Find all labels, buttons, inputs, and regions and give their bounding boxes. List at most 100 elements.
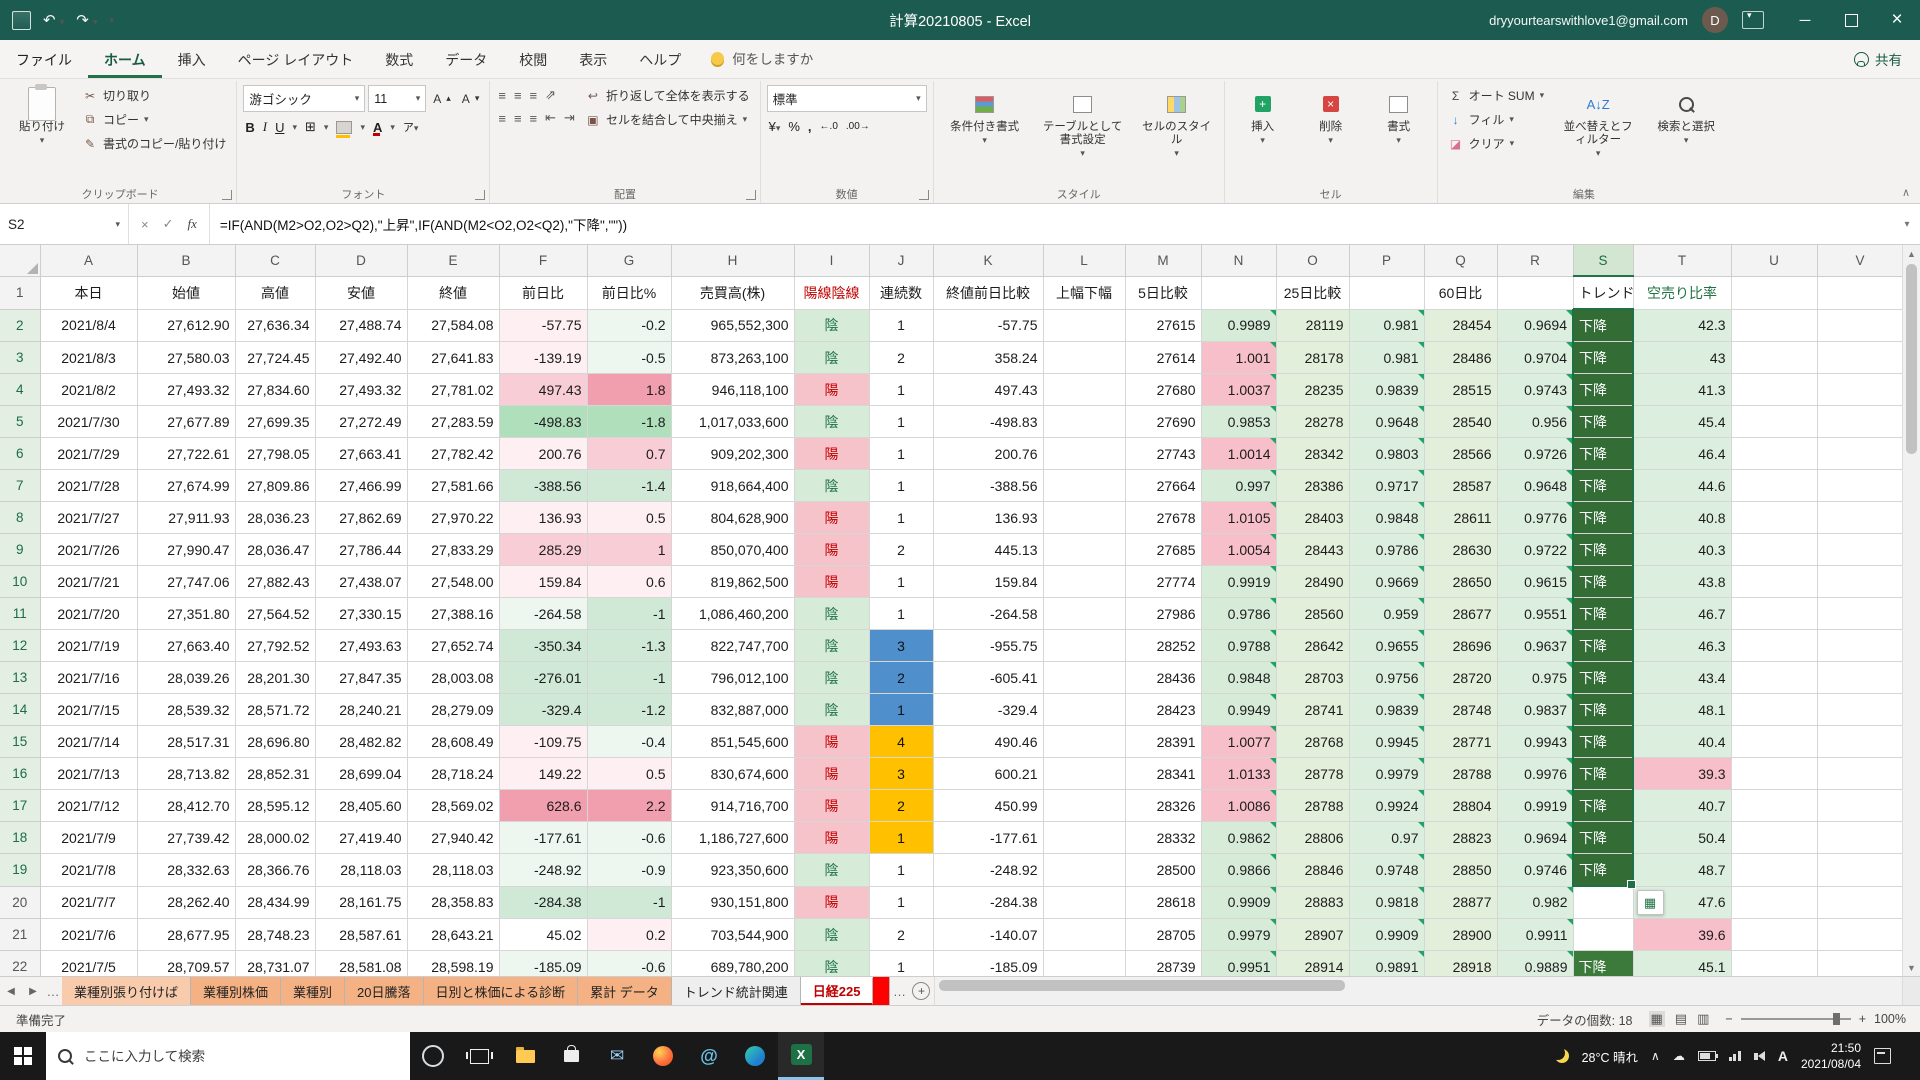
grow-font-button[interactable]: A▴ (429, 85, 455, 112)
percent-format-button[interactable]: % (788, 119, 800, 134)
cell-H10[interactable]: 819,862,500 (671, 566, 794, 598)
share-button[interactable]: 共有 (1836, 49, 1920, 78)
cell-O11[interactable]: 28560 (1276, 598, 1349, 630)
cell-D20[interactable]: 28,161.75 (315, 886, 407, 919)
cell-T2[interactable]: 42.3 (1633, 309, 1731, 342)
cell-G4[interactable]: 1.8 (587, 374, 671, 406)
tell-me-search[interactable]: 何をしますか (697, 48, 827, 78)
cell-J4[interactable]: 1 (869, 374, 933, 406)
cell-L2[interactable] (1043, 309, 1125, 342)
cell-N1[interactable] (1201, 276, 1276, 309)
cell-S2[interactable]: 下降 (1573, 309, 1633, 342)
cell-U10[interactable] (1731, 566, 1817, 598)
cell-L14[interactable] (1043, 694, 1125, 726)
column-header-O[interactable]: O (1276, 245, 1349, 276)
cell-H6[interactable]: 909,202,300 (671, 438, 794, 470)
cell-T12[interactable]: 46.3 (1633, 630, 1731, 662)
cell-R13[interactable]: 0.975 (1497, 662, 1573, 694)
cell-C2[interactable]: 27,636.34 (235, 309, 315, 342)
cell-Q13[interactable]: 28720 (1424, 662, 1497, 694)
row-header-20[interactable]: 20 (0, 886, 40, 919)
cell-Q10[interactable]: 28650 (1424, 566, 1497, 598)
cell-L7[interactable] (1043, 470, 1125, 502)
taskbar-search[interactable] (46, 1032, 410, 1080)
currency-format-button[interactable]: ¥▾ (769, 119, 781, 134)
cell-M12[interactable]: 28252 (1125, 630, 1201, 662)
cell-Q9[interactable]: 28630 (1424, 534, 1497, 566)
cell-M14[interactable]: 28423 (1125, 694, 1201, 726)
cell-R4[interactable]: 0.9743 (1497, 374, 1573, 406)
cell-A11[interactable]: 2021/7/20 (40, 598, 137, 630)
cell-U22[interactable] (1731, 951, 1817, 977)
cell-T19[interactable]: 48.7 (1633, 854, 1731, 887)
cell-P14[interactable]: 0.9839 (1349, 694, 1424, 726)
cell-P8[interactable]: 0.9848 (1349, 502, 1424, 534)
cell-N11[interactable]: 0.9786 (1201, 598, 1276, 630)
cell-F12[interactable]: -350.34 (499, 630, 587, 662)
cell-T4[interactable]: 41.3 (1633, 374, 1731, 406)
battery-icon[interactable] (1698, 1051, 1716, 1061)
cell-E2[interactable]: 27,584.08 (407, 309, 499, 342)
cell-U13[interactable] (1731, 662, 1817, 694)
cell-O16[interactable]: 28778 (1276, 758, 1349, 790)
cell-H13[interactable]: 796,012,100 (671, 662, 794, 694)
cell-S10[interactable]: 下降 (1573, 566, 1633, 598)
cell-V11[interactable] (1817, 598, 1902, 630)
cell-S17[interactable]: 下降 (1573, 790, 1633, 822)
cell-M4[interactable]: 27680 (1125, 374, 1201, 406)
cell-D17[interactable]: 28,405.60 (315, 790, 407, 822)
decrease-indent-icon[interactable]: ⇤ (545, 110, 556, 126)
cell-U20[interactable] (1731, 886, 1817, 919)
row-header-18[interactable]: 18 (0, 822, 40, 854)
cell-J15[interactable]: 4 (869, 726, 933, 758)
cell-E9[interactable]: 27,833.29 (407, 534, 499, 566)
underline-button[interactable]: U (275, 120, 284, 135)
cell-A19[interactable]: 2021/7/8 (40, 854, 137, 887)
sheet-grid[interactable]: ABCDEFGHIJKLMNOPQRSTUV1本日始値高値安値終値前日比前日比%… (0, 245, 1902, 976)
cell-E15[interactable]: 28,608.49 (407, 726, 499, 758)
cell-K18[interactable]: -177.61 (933, 822, 1043, 854)
cell-Q4[interactable]: 28515 (1424, 374, 1497, 406)
firefox-button[interactable] (640, 1032, 686, 1080)
cell-G3[interactable]: -0.5 (587, 342, 671, 374)
cell-N3[interactable]: 1.001 (1201, 342, 1276, 374)
cell-G17[interactable]: 2.2 (587, 790, 671, 822)
cell-D22[interactable]: 28,581.08 (315, 951, 407, 977)
cell-E5[interactable]: 27,283.59 (407, 406, 499, 438)
cell-U9[interactable] (1731, 534, 1817, 566)
cell-T5[interactable]: 45.4 (1633, 406, 1731, 438)
cell-S14[interactable]: 下降 (1573, 694, 1633, 726)
cell-J18[interactable]: 1 (869, 822, 933, 854)
horizontal-scrollbar[interactable] (934, 977, 1902, 1005)
ime-mode-indicator[interactable]: A (1778, 1048, 1788, 1064)
cell-I16[interactable]: 陽 (794, 758, 869, 790)
cell-Q22[interactable]: 28918 (1424, 951, 1497, 977)
cell-H2[interactable]: 965,552,300 (671, 309, 794, 342)
cell-A2[interactable]: 2021/8/4 (40, 309, 137, 342)
font-size-combobox[interactable]: 11▾ (368, 85, 426, 112)
cell-I7[interactable]: 陰 (794, 470, 869, 502)
ribbon-tab-ヘルプ[interactable]: ヘルプ (623, 41, 697, 78)
cell-M17[interactable]: 28326 (1125, 790, 1201, 822)
cell-L17[interactable] (1043, 790, 1125, 822)
cell-K19[interactable]: -248.92 (933, 854, 1043, 887)
cell-E14[interactable]: 28,279.09 (407, 694, 499, 726)
cell-J20[interactable]: 1 (869, 886, 933, 919)
cell-G8[interactable]: 0.5 (587, 502, 671, 534)
cut-button[interactable]: ✂切り取り (78, 85, 230, 106)
status-count[interactable]: データの個数: 18 (1537, 1010, 1633, 1029)
cell-D19[interactable]: 28,118.03 (315, 854, 407, 887)
column-header-D[interactable]: D (315, 245, 407, 276)
cell-R16[interactable]: 0.9976 (1497, 758, 1573, 790)
cell-P12[interactable]: 0.9655 (1349, 630, 1424, 662)
cell-D12[interactable]: 27,493.63 (315, 630, 407, 662)
column-header-F[interactable]: F (499, 245, 587, 276)
number-format-combobox[interactable]: 標準▾ (767, 85, 927, 112)
cell-M19[interactable]: 28500 (1125, 854, 1201, 887)
cell-N2[interactable]: 0.9989 (1201, 309, 1276, 342)
cell-F21[interactable]: 45.02 (499, 919, 587, 951)
cell-N18[interactable]: 0.9862 (1201, 822, 1276, 854)
cell-D15[interactable]: 28,482.82 (315, 726, 407, 758)
cell-B21[interactable]: 28,677.95 (137, 919, 235, 951)
cell-E3[interactable]: 27,641.83 (407, 342, 499, 374)
